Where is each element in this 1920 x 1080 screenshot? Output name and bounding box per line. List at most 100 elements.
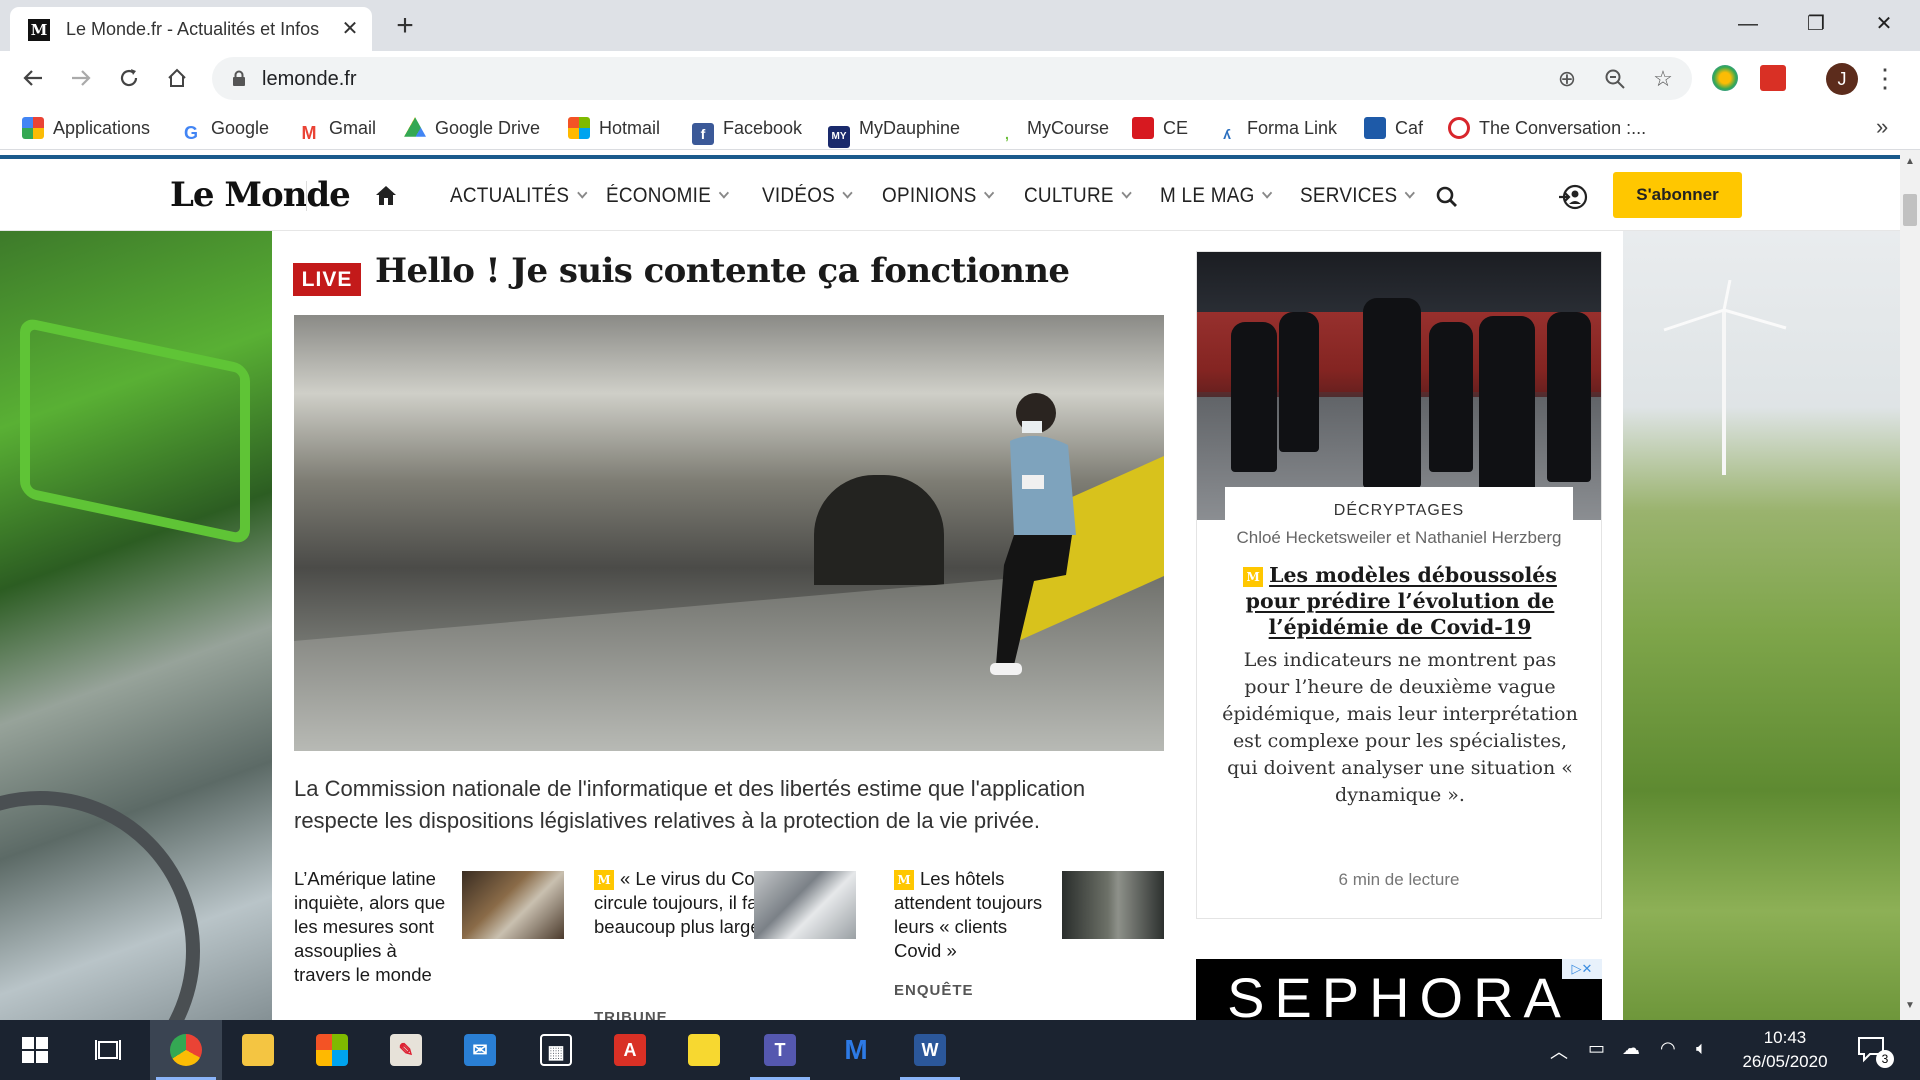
- ce-icon: [1132, 117, 1154, 139]
- google-drive-icon: [404, 117, 426, 137]
- subscribe-button[interactable]: S'abonner: [1613, 172, 1742, 218]
- vertical-scrollbar[interactable]: ▲ ▼: [1900, 150, 1920, 1020]
- forward-button[interactable]: [62, 59, 100, 97]
- task-view-button[interactable]: [72, 1020, 144, 1080]
- taskbar-teams[interactable]: T: [744, 1020, 816, 1080]
- browser-menu-icon[interactable]: ⋮: [1872, 61, 1898, 97]
- taskbar-sticky-notes[interactable]: [668, 1020, 740, 1080]
- wind-turbine-icon: [1663, 280, 1787, 332]
- wifi-icon[interactable]: ◠: [1660, 1038, 1676, 1059]
- search-icon[interactable]: [1436, 186, 1458, 208]
- browser-tab-active[interactable]: M Le Monde.fr - Actualités et Infos ✕: [10, 7, 372, 51]
- bookmark-google-drive[interactable]: Google Drive: [404, 114, 540, 142]
- taskbar-file-explorer[interactable]: [222, 1020, 294, 1080]
- sephora-ad-banner[interactable]: SEPHORA ▷✕: [1196, 959, 1602, 1020]
- browser-toolbar: lemonde.fr ⊕ ☆ J ⋮: [0, 51, 1920, 106]
- bookmark-facebook[interactable]: f Facebook: [692, 114, 802, 145]
- chevron-down-icon: [1262, 187, 1273, 199]
- subarticle-title: Les hôtels attendent toujours leurs « cl…: [894, 868, 1043, 961]
- bookmark-star-icon[interactable]: ☆: [1650, 66, 1676, 92]
- reload-icon: [120, 69, 138, 87]
- taskbar-paint[interactable]: ✎: [370, 1020, 442, 1080]
- card-title[interactable]: M Les modèles déboussolés pour prédire l’…: [1227, 562, 1573, 640]
- nav-economie[interactable]: ÉCONOMIE: [606, 184, 729, 208]
- taskbar-store[interactable]: [296, 1020, 368, 1080]
- task-view-icon: [95, 1040, 121, 1060]
- commuter-silhouette: [1279, 312, 1319, 452]
- bookmark-gmail[interactable]: M Gmail: [298, 114, 376, 144]
- scroll-up-arrow-icon[interactable]: ▲: [1900, 156, 1920, 170]
- background-ad-left[interactable]: [0, 231, 272, 1020]
- bookmarks-bar: Applications G Google M Gmail Google Drive…: [0, 106, 1920, 150]
- nav-services[interactable]: SERVICES: [1300, 184, 1416, 208]
- back-button[interactable]: [14, 59, 52, 97]
- profile-avatar[interactable]: J: [1826, 63, 1858, 95]
- nav-m-le-mag[interactable]: M LE MAG: [1160, 184, 1273, 208]
- clock-date[interactable]: 26/05/2020: [1740, 1052, 1830, 1072]
- tab-close-icon[interactable]: ✕: [336, 15, 364, 43]
- featured-article-card[interactable]: DÉCRYPTAGES Chloé Hecketsweiler et Natha…: [1196, 251, 1602, 919]
- bookmark-applications[interactable]: Applications: [22, 114, 150, 142]
- restore-window-button[interactable]: ❐: [1792, 6, 1840, 42]
- nav-videos[interactable]: VIDÉOS: [762, 184, 853, 208]
- home-button[interactable]: [158, 59, 196, 97]
- nav-actualites[interactable]: ACTUALITÉS: [450, 184, 587, 208]
- show-hidden-icons-icon[interactable]: ︿: [1550, 1038, 1568, 1064]
- seated-person-figure: [990, 393, 1076, 675]
- bookmark-the-conversation[interactable]: The Conversation :...: [1448, 114, 1646, 142]
- bookmark-google[interactable]: G Google: [180, 114, 269, 144]
- battery-icon[interactable]: ▭: [1588, 1038, 1605, 1059]
- scroll-down-arrow-icon[interactable]: ▼: [1900, 1000, 1920, 1014]
- hero-image[interactable]: [294, 315, 1164, 751]
- scrollbar-thumb[interactable]: [1903, 194, 1917, 226]
- address-bar[interactable]: lemonde.fr ⊕ ☆: [212, 57, 1692, 100]
- home-icon: [168, 68, 186, 87]
- google-icon: G: [180, 122, 202, 144]
- url-text: lemonde.fr: [262, 68, 357, 90]
- taskbar-acrobat[interactable]: A: [594, 1020, 666, 1080]
- subarticle-kicker: TRIBUNE: [594, 1009, 668, 1020]
- new-tab-button[interactable]: +: [388, 10, 422, 44]
- nav-culture[interactable]: CULTURE: [1024, 184, 1132, 208]
- account-login-icon[interactable]: [1558, 183, 1588, 211]
- bookmarks-overflow-icon[interactable]: »: [1876, 114, 1888, 140]
- install-app-icon[interactable]: ⊕: [1554, 66, 1580, 92]
- bookmark-mydauphine[interactable]: MY MyDauphine: [828, 114, 960, 148]
- lock-icon: [233, 70, 245, 86]
- close-window-button[interactable]: ✕: [1860, 6, 1908, 42]
- card-image[interactable]: [1197, 252, 1601, 520]
- taskbar-chrome[interactable]: [150, 1020, 222, 1080]
- extension-globe-icon[interactable]: [1712, 65, 1738, 91]
- adchoices-close-icon[interactable]: ▷✕: [1562, 959, 1602, 979]
- background-ad-right[interactable]: [1623, 231, 1900, 1020]
- metro-tunnel-shape: [814, 475, 944, 585]
- apps-grid-icon: [22, 117, 44, 139]
- taskbar-word[interactable]: W: [894, 1020, 966, 1080]
- taskbar-calculator[interactable]: ▦: [520, 1020, 592, 1080]
- start-button[interactable]: [0, 1020, 72, 1080]
- bookmark-mycourse[interactable]: , MyCourse: [996, 114, 1109, 142]
- volume-icon[interactable]: 🔈︎: [1696, 1038, 1707, 1059]
- clock-time[interactable]: 10:43: [1740, 1028, 1830, 1048]
- subarticle-thumbnail: [462, 871, 564, 939]
- subarticle-thumbnail: [754, 871, 856, 939]
- nav-opinions[interactable]: OPINIONS: [882, 184, 995, 208]
- notification-count-badge: 3: [1876, 1050, 1894, 1068]
- le-monde-logo[interactable]: Le Monde: [170, 175, 351, 215]
- extension-pdf-icon[interactable]: [1760, 65, 1786, 91]
- minimize-window-button[interactable]: —: [1724, 6, 1772, 42]
- folder-icon: [242, 1034, 274, 1066]
- caf-icon: [1364, 117, 1386, 139]
- bookmark-forma-link[interactable]: ʎ Forma Link: [1216, 114, 1337, 142]
- bookmark-hotmail[interactable]: Hotmail: [568, 114, 660, 142]
- bookmark-ce[interactable]: CE: [1132, 114, 1188, 142]
- main-headline[interactable]: Hello ! Je suis contente ça fonctionne: [375, 251, 1070, 291]
- taskbar-malwarebytes[interactable]: M: [820, 1020, 892, 1080]
- bookmark-caf[interactable]: Caf: [1364, 114, 1423, 142]
- chevron-down-icon: [718, 187, 729, 199]
- onedrive-cloud-icon[interactable]: ☁: [1622, 1038, 1640, 1059]
- reload-button[interactable]: [110, 59, 148, 97]
- taskbar-mail[interactable]: ✉: [444, 1020, 516, 1080]
- zoom-icon[interactable]: [1602, 66, 1628, 92]
- home-icon[interactable]: [374, 184, 398, 206]
